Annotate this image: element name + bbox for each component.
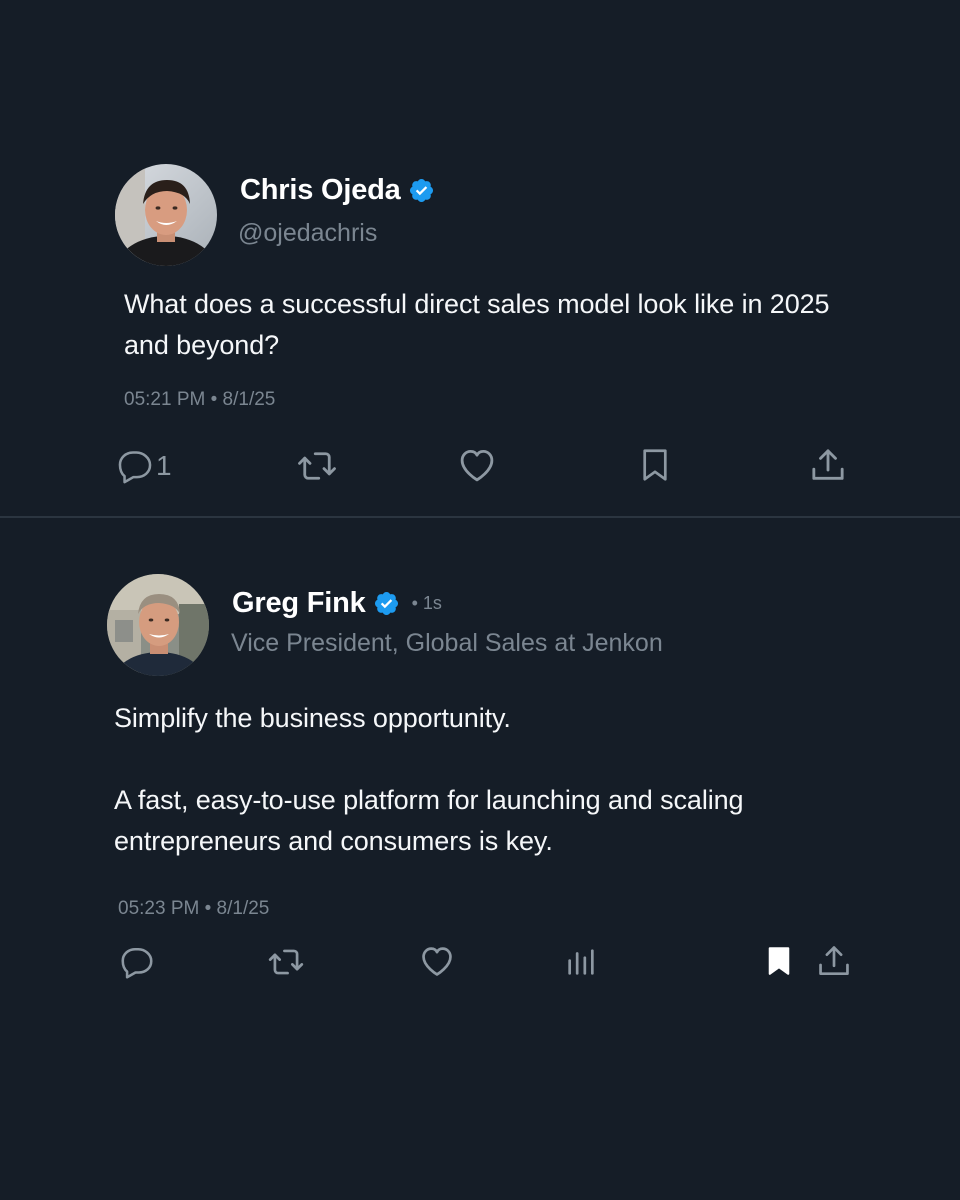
author-name-row: Chris Ojeda [240, 174, 435, 207]
share-button[interactable] [815, 941, 853, 981]
tweet-text: Simplify the business opportunity. A fas… [114, 698, 854, 862]
author-name-row: Greg Fink • 1s [232, 587, 442, 620]
like-button[interactable] [455, 444, 499, 486]
reply-button[interactable] [119, 944, 155, 980]
author-name[interactable]: Chris Ojeda [240, 174, 401, 207]
tweet-timestamp[interactable]: 05:23 PM • 8/1/25 [118, 898, 269, 920]
tweet-timestamp[interactable]: 05:21 PM • 8/1/25 [124, 389, 275, 411]
reply-icon [116, 447, 154, 485]
reply-icon [119, 944, 155, 980]
tweet-paragraph: Simplify the business opportunity. [114, 703, 511, 733]
retweet-button[interactable] [295, 445, 339, 487]
heart-icon [417, 942, 457, 980]
tweet-paragraph: A fast, easy-to-use platform for launchi… [114, 785, 744, 856]
retweet-button[interactable] [266, 943, 306, 981]
tweet-paragraph: What does a successful direct sales mode… [124, 289, 830, 360]
views-icon [564, 944, 598, 980]
verified-badge-icon [408, 177, 435, 204]
avatar[interactable] [107, 574, 209, 676]
author-name[interactable]: Greg Fink [232, 587, 366, 620]
share-icon [815, 941, 853, 981]
tweet-card-original: Chris Ojeda @ojedachris What does a succ… [0, 0, 960, 516]
bookmark-button[interactable] [762, 942, 796, 980]
share-button[interactable] [808, 444, 848, 486]
time-ago[interactable]: • 1s [412, 593, 442, 614]
bookmark-icon [762, 942, 796, 980]
tweet-card-reply: Greg Fink • 1s Vice President, Global Sa… [0, 518, 960, 1200]
bookmark-button[interactable] [636, 446, 674, 484]
verified-badge-icon [373, 590, 400, 617]
like-button[interactable] [417, 942, 457, 980]
author-handle[interactable]: @ojedachris [238, 219, 377, 248]
reply-count: 1 [156, 450, 172, 481]
retweet-icon [295, 445, 339, 487]
avatar[interactable] [115, 164, 217, 266]
heart-icon [455, 444, 499, 486]
share-icon [808, 444, 848, 486]
bookmark-icon [636, 446, 674, 484]
reply-button[interactable]: 1 [116, 447, 172, 485]
views-button[interactable] [564, 944, 598, 980]
author-subtitle: Vice President, Global Sales at Jenkon [231, 629, 663, 657]
tweet-text: What does a successful direct sales mode… [124, 284, 844, 366]
retweet-icon [266, 943, 306, 981]
